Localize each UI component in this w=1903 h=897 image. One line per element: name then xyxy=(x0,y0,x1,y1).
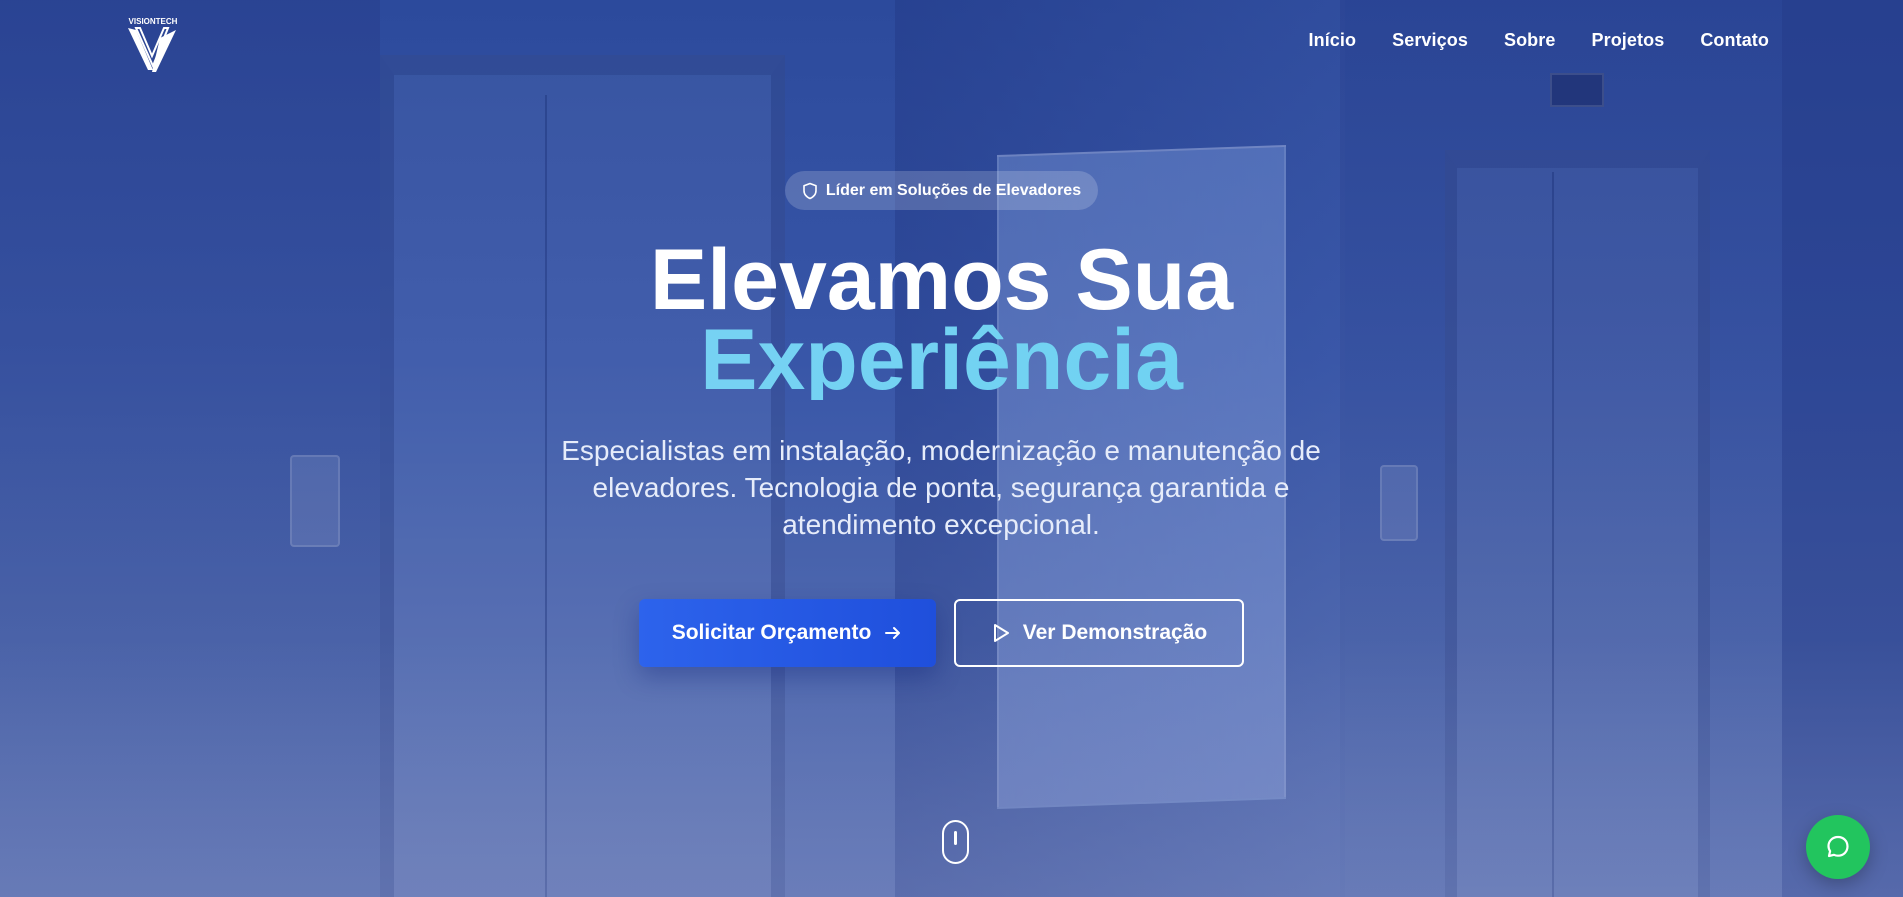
scroll-wheel-dot xyxy=(954,831,957,845)
chat-button[interactable] xyxy=(1806,815,1870,879)
nav-link-contato[interactable]: Contato xyxy=(1700,30,1769,51)
view-demo-button[interactable]: Ver Demonstração xyxy=(954,599,1244,667)
mouse-scroll-icon[interactable] xyxy=(942,820,969,864)
logo-wordmark: VISIONTECH xyxy=(129,17,178,26)
hero-badge: Líder em Soluções de Elevadores xyxy=(785,171,1098,210)
hero-title: Elevamos Sua Experiência xyxy=(0,232,1883,403)
hero-badge-text: Líder em Soluções de Elevadores xyxy=(825,181,1082,199)
logo-link[interactable]: VISIONTECH xyxy=(122,16,184,74)
view-demo-button-label: Ver Demonstração xyxy=(1022,621,1208,644)
background-floor-display xyxy=(1550,73,1604,107)
arrow-right-icon xyxy=(885,627,901,639)
shield-icon xyxy=(803,182,817,199)
play-icon xyxy=(993,624,1009,642)
chat-bubble-icon xyxy=(1827,835,1849,858)
nav-link-projetos[interactable]: Projetos xyxy=(1591,30,1664,51)
hero-subtitle: Especialistas em instalação, modernizaçã… xyxy=(561,435,1321,540)
hero-title-highlight: Experiência xyxy=(0,317,1883,403)
background-call-button-panel xyxy=(290,455,340,547)
main-nav: Início Serviços Sobre Projetos Contato xyxy=(1309,30,1770,51)
nav-link-sobre[interactable]: Sobre xyxy=(1504,30,1556,51)
request-quote-button-label: Solicitar Orçamento xyxy=(671,621,872,644)
request-quote-button[interactable]: Solicitar Orçamento xyxy=(639,599,936,667)
nav-link-inicio[interactable]: Início xyxy=(1309,30,1357,51)
hero-section: VISIONTECH Início Serviços Sobre Projeto… xyxy=(0,0,1903,897)
hero-title-line1: Elevamos Sua xyxy=(649,232,1234,328)
nav-link-servicos[interactable]: Serviços xyxy=(1392,30,1468,51)
background-call-button-panel xyxy=(1380,465,1418,541)
v-monogram-icon: VISIONTECH xyxy=(128,17,178,72)
